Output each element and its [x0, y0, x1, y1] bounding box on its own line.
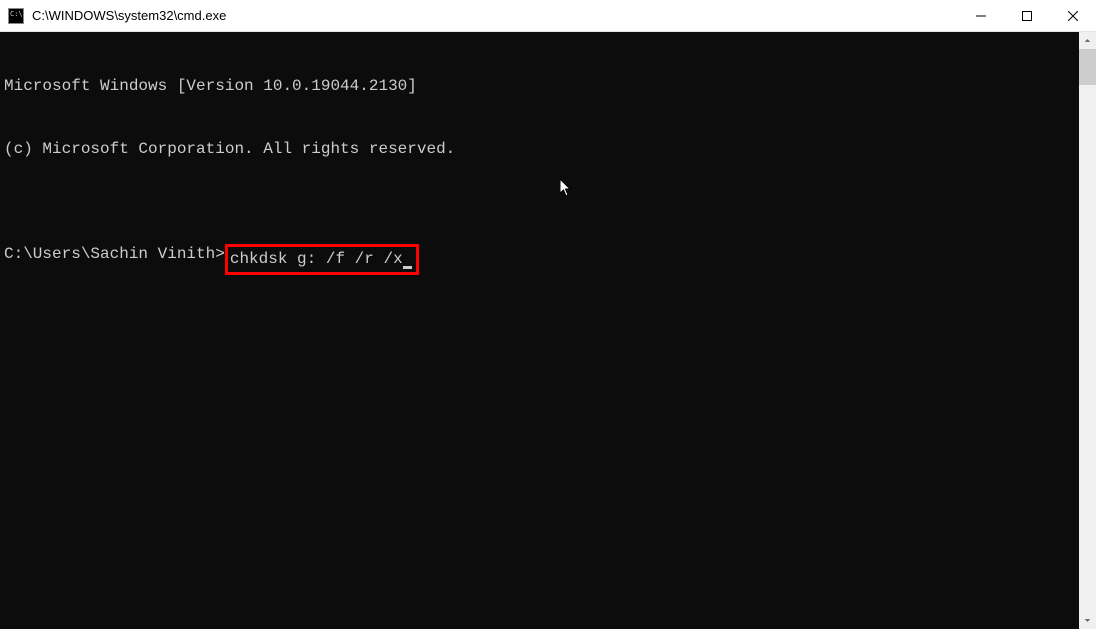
cmd-icon: [8, 8, 24, 24]
scrollbar-thumb[interactable]: [1079, 49, 1096, 85]
minimize-icon: [976, 11, 986, 21]
terminal-output-line: (c) Microsoft Corporation. All rights re…: [4, 139, 1075, 160]
terminal[interactable]: Microsoft Windows [Version 10.0.19044.21…: [0, 32, 1079, 629]
minimize-button[interactable]: [958, 0, 1004, 32]
terminal-container: Microsoft Windows [Version 10.0.19044.21…: [0, 32, 1096, 629]
prompt-line: C:\Users\Sachin Vinith> chkdsk g: /f /r /…: [4, 244, 1075, 275]
highlighted-command: chkdsk g: /f /r /x: [225, 244, 419, 275]
cmd-window: C:\WINDOWS\system32\cmd.exe: [0, 0, 1096, 629]
terminal-output-line: Microsoft Windows [Version 10.0.19044.21…: [4, 76, 1075, 97]
text-cursor: [403, 266, 412, 269]
command-text: chkdsk g: /f /r /x: [230, 250, 403, 268]
prompt: C:\Users\Sachin Vinith>: [4, 244, 225, 265]
chevron-up-icon: [1084, 37, 1091, 44]
scrollbar-up-button[interactable]: [1079, 32, 1096, 49]
window-title: C:\WINDOWS\system32\cmd.exe: [32, 8, 226, 23]
vertical-scrollbar[interactable]: [1079, 32, 1096, 629]
close-button[interactable]: [1050, 0, 1096, 32]
chevron-down-icon: [1084, 617, 1091, 624]
window-controls: [958, 0, 1096, 31]
maximize-button[interactable]: [1004, 0, 1050, 32]
scrollbar-track[interactable]: [1079, 49, 1096, 612]
mouse-cursor-icon: [483, 158, 495, 176]
titlebar[interactable]: C:\WINDOWS\system32\cmd.exe: [0, 0, 1096, 32]
scrollbar-down-button[interactable]: [1079, 612, 1096, 629]
close-icon: [1068, 11, 1078, 21]
titlebar-left: C:\WINDOWS\system32\cmd.exe: [0, 8, 226, 24]
maximize-icon: [1022, 11, 1032, 21]
